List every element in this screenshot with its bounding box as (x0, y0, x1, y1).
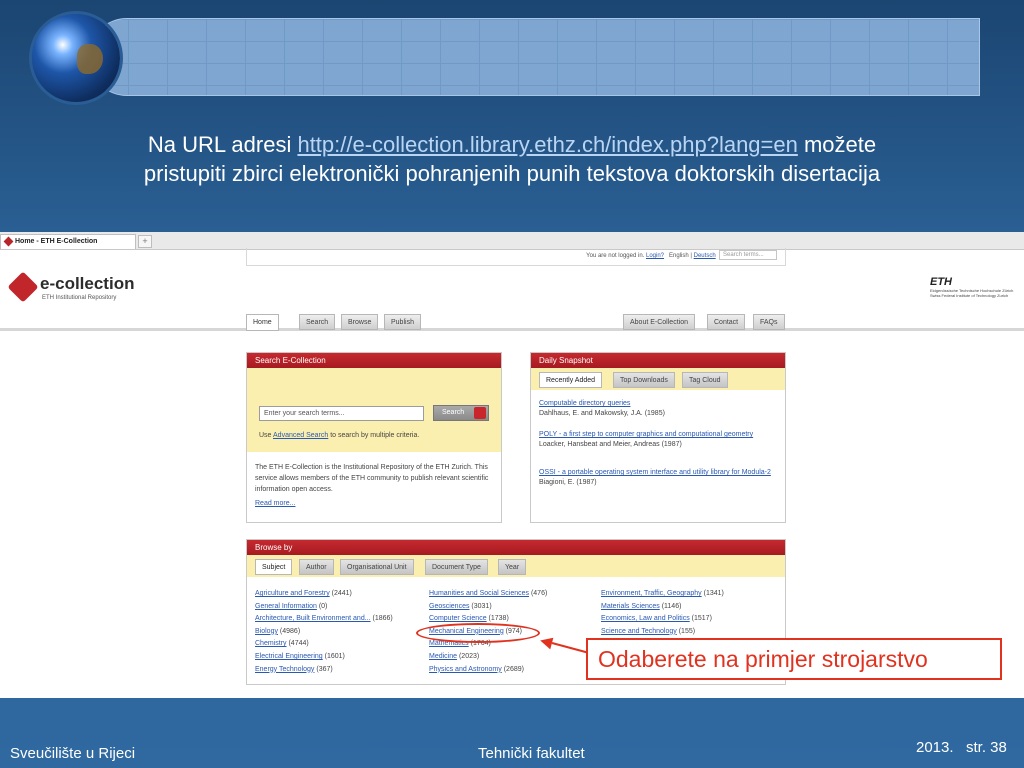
search-panel-title: Search E-Collection (247, 353, 501, 368)
snapshot-item: OSSI - a portable operating system inter… (539, 469, 771, 486)
subject-item: Chemistry (4744) (255, 640, 309, 648)
nav-browse[interactable]: Browse (341, 314, 379, 330)
tab-organisational-unit[interactable]: Organisational Unit (340, 559, 414, 575)
subject-item: Environment, Traffic, Geography (1341) (601, 590, 724, 597)
subject-column-1: Agriculture and Forestry (2441) General … (255, 588, 393, 676)
new-tab-button[interactable]: + (138, 235, 152, 248)
logo-diamond-icon (7, 271, 39, 303)
footer-page: str. 38 (966, 739, 1007, 756)
subject-column-3: Environment, Traffic, Geography (1341) M… (601, 588, 724, 638)
search-input[interactable]: Enter your search terms... (259, 406, 424, 421)
nav-search[interactable]: Search (299, 314, 336, 330)
subject-item: Economics, Law and Politics (1517) (601, 615, 712, 623)
tab-document-type[interactable]: Document Type (425, 559, 488, 575)
world-map-banner (88, 18, 980, 96)
nav-home[interactable]: Home (246, 314, 279, 331)
globe-icon (32, 14, 120, 102)
slide-title: Na URL adresi http://e-collection.librar… (143, 132, 881, 186)
callout-box: Odaberete na primjer strojarstvo (586, 638, 1002, 680)
top-search-input[interactable]: Search terms... (719, 250, 777, 261)
tab-tag-cloud[interactable]: Tag Cloud (682, 372, 728, 388)
snapshot-item: POLY - a first step to computer graphics… (539, 431, 754, 448)
collection-url-link[interactable]: http://e-collection.library.ethz.ch/inde… (297, 132, 797, 157)
tab-recently-added[interactable]: Recently Added (539, 372, 603, 388)
subject-item: Humanities and Social Sciences (476) (429, 590, 548, 597)
subject-item: General Information (0) (255, 602, 328, 610)
footer-year: 2013. (916, 739, 954, 756)
tab-subject[interactable]: Subject (255, 559, 293, 575)
browser-tab[interactable]: Home - ETH E-Collection (0, 234, 136, 249)
subject-item: Architecture, Built Environment and... (… (255, 615, 393, 623)
tab-author[interactable]: Author (299, 559, 334, 575)
read-more-link[interactable]: Read more... (247, 495, 501, 512)
deutsch-link[interactable]: Deutsch (694, 253, 716, 259)
subject-item: Biology (4986) (255, 627, 301, 635)
daily-snapshot-panel: Daily Snapshot Recently Added Top Downlo… (530, 352, 786, 523)
subject-item: Medicine (2023) (429, 652, 480, 660)
search-button[interactable]: Search (433, 405, 489, 421)
advanced-search-link[interactable]: Advanced Search (273, 432, 328, 439)
subject-item: Agriculture and Forestry (2441) (255, 590, 352, 597)
footer-left: Sveučilište u Rijeci (10, 745, 136, 762)
subject-item: Materials Sciences (1146) (601, 602, 682, 610)
nav-contact[interactable]: Contact (707, 314, 746, 330)
snapshot-title: Daily Snapshot (531, 353, 785, 368)
subject-item: Science and Technology (155) (601, 627, 696, 635)
eth-logo[interactable]: ETH Eidgenössische Technische Hochschule… (930, 276, 1016, 298)
tab-year[interactable]: Year (498, 559, 527, 575)
highlight-ellipse (416, 623, 540, 643)
nav-divider (0, 328, 1024, 331)
login-link[interactable]: Login? (646, 253, 664, 259)
subject-item: Electrical Engineering (1601) (255, 652, 345, 660)
collection-description: The ETH E-Collection is the Institutiona… (255, 464, 489, 493)
subject-item: Geosciences (3031) (429, 602, 492, 610)
snapshot-item: Computable directory queries Dahlhaus, E… (539, 400, 665, 417)
nav-about[interactable]: About E-Collection (623, 314, 695, 330)
footer-center: Tehnički fakultet (478, 745, 585, 762)
subject-item: Physics and Astronomy (2689) (429, 665, 524, 673)
browse-title: Browse by (247, 540, 785, 555)
nav-publish[interactable]: Publish (384, 314, 421, 330)
site-topbar: You are not logged in. Login? English | … (246, 248, 786, 266)
nav-faqs[interactable]: FAQs (753, 314, 785, 330)
subject-item: Energy Technology (367) (255, 665, 333, 673)
tab-top-downloads[interactable]: Top Downloads (613, 372, 675, 388)
search-panel: Search E-Collection Enter your search te… (246, 352, 502, 523)
